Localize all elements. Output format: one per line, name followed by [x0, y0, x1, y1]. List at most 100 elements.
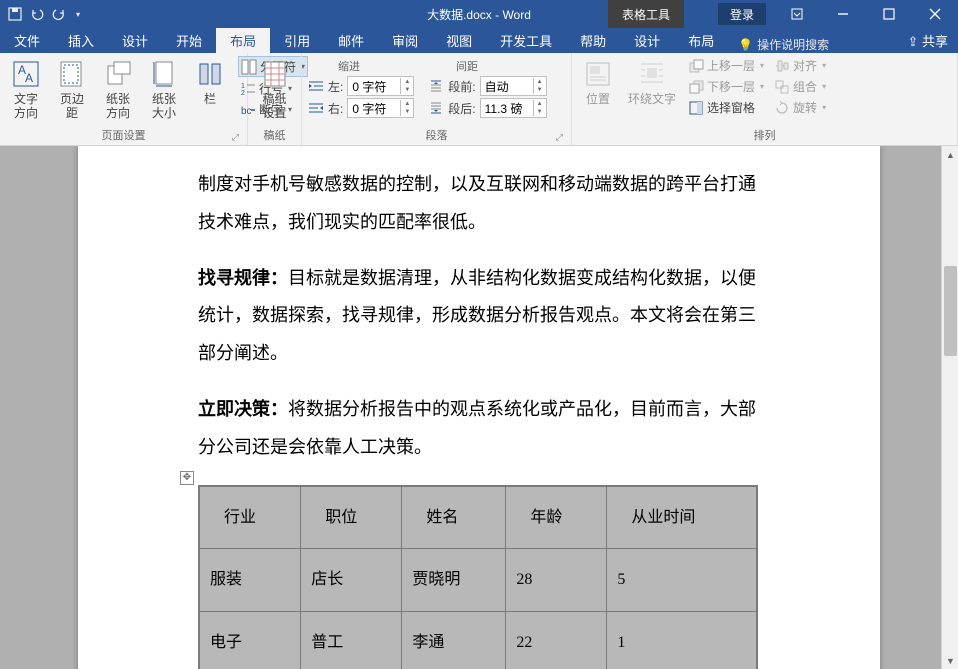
size-label: 纸张大小	[148, 92, 180, 121]
close-button[interactable]	[912, 0, 958, 28]
paragraph[interactable]: 找寻规律：目标就是数据清理，从非结构化数据变成结构化数据，以便统计，数据探索，找…	[198, 260, 772, 373]
size-button[interactable]: 纸张大小	[144, 56, 184, 123]
group-label-manuscript: 稿纸	[254, 125, 295, 145]
columns-label: 栏	[204, 92, 216, 106]
lightbulb-icon: 💡	[738, 38, 753, 52]
vertical-scrollbar[interactable]: ▲ ▼	[941, 146, 958, 669]
table-cell[interactable]: 22	[506, 611, 607, 669]
orientation-button[interactable]: 纸张方向	[98, 56, 138, 123]
tab-design[interactable]: 设计	[108, 28, 162, 53]
share-button[interactable]: ⇪ 共享	[907, 31, 948, 50]
text-direction-button[interactable]: AA 文字方向	[6, 56, 46, 123]
columns-icon	[194, 58, 226, 90]
table-cell[interactable]: 28	[506, 549, 607, 612]
scrollbar-thumb[interactable]	[944, 266, 957, 356]
send-backward-button[interactable]: 下移一层▾	[686, 77, 766, 96]
document-page[interactable]: 制度对手机号敏感数据的控制，以及互联网和移动端数据的跨平台打通技术难点，我们现实…	[78, 146, 880, 669]
table-header-cell[interactable]: 职位	[301, 486, 402, 549]
tab-review[interactable]: 审阅	[378, 28, 432, 53]
data-table[interactable]: 行业 职位 姓名 年龄 从业时间 服装 店长 贾晓明 28 5 电子	[198, 485, 758, 669]
position-button[interactable]: 位置	[578, 56, 618, 108]
save-icon[interactable]	[8, 7, 22, 21]
group-page-setup: AA 文字方向 页边距 纸张方向 纸张大小 栏	[0, 53, 248, 145]
selection-pane-label: 选择窗格	[707, 99, 755, 116]
scroll-down-icon[interactable]: ▼	[942, 652, 958, 669]
table-row[interactable]: 电子 普工 李通 22 1	[199, 611, 757, 669]
tab-help[interactable]: 帮助	[566, 28, 620, 53]
ribbon-tabs: 文件 插入 设计 开始 布局 引用 邮件 审阅 视图 开发工具 帮助 设计 布局…	[0, 28, 958, 53]
tab-view[interactable]: 视图	[432, 28, 486, 53]
tab-mailings[interactable]: 邮件	[324, 28, 378, 53]
selection-pane-button[interactable]: 选择窗格	[686, 98, 766, 117]
send-backward-icon	[688, 79, 704, 95]
qat-customize-icon[interactable]: ▾	[76, 10, 80, 19]
indent-left-input[interactable]: ▲▼	[347, 76, 414, 96]
tab-developer[interactable]: 开发工具	[486, 28, 566, 53]
document-title: 大数据.docx - Word	[427, 6, 531, 23]
space-after-input[interactable]: ▲▼	[480, 98, 547, 118]
page-setup-launcher-icon[interactable]: ⤢	[232, 132, 239, 143]
text-direction-label: 文字方向	[10, 92, 42, 121]
table-cell[interactable]: 电子	[199, 611, 301, 669]
group-button[interactable]: 组合▾	[772, 77, 828, 96]
table-cell[interactable]: 李通	[402, 611, 506, 669]
redo-icon[interactable]	[52, 7, 66, 21]
ribbon-options-icon[interactable]	[774, 0, 820, 28]
size-icon	[148, 58, 180, 90]
table-cell[interactable]: 1	[607, 611, 757, 669]
table-header-cell[interactable]: 年龄	[506, 486, 607, 549]
table-header-cell[interactable]: 姓名	[402, 486, 506, 549]
indent-right-input[interactable]: ▲▼	[347, 98, 414, 118]
tab-table-layout[interactable]: 布局	[674, 28, 728, 53]
columns-button[interactable]: 栏	[190, 56, 230, 108]
tab-layout[interactable]: 布局	[216, 28, 270, 53]
tab-references[interactable]: 引用	[270, 28, 324, 53]
tab-insert[interactable]: 插入	[54, 28, 108, 53]
align-button[interactable]: 对齐▾	[772, 56, 828, 75]
paragraph-bold-lead: 找寻规律：	[198, 268, 288, 288]
tab-table-design[interactable]: 设计	[620, 28, 674, 53]
table-cell[interactable]: 5	[607, 549, 757, 612]
tab-home[interactable]: 开始	[162, 28, 216, 53]
position-icon	[582, 58, 614, 90]
space-before-icon	[428, 79, 444, 93]
undo-icon[interactable]	[30, 7, 44, 21]
group-label-arrange: 排列	[578, 125, 951, 145]
manuscript-icon	[259, 58, 291, 90]
group-label-paragraph: 段落⤢	[308, 125, 565, 145]
minimize-button[interactable]	[820, 0, 866, 28]
tell-me-label: 操作说明搜索	[757, 36, 829, 53]
group-manuscript: 稿纸 设置 稿纸	[248, 53, 302, 145]
table-cell[interactable]: 店长	[301, 549, 402, 612]
margins-label: 页边距	[56, 92, 88, 121]
login-button[interactable]: 登录	[718, 3, 766, 25]
table-row[interactable]: 行业 职位 姓名 年龄 从业时间	[199, 486, 757, 549]
margins-button[interactable]: 页边距	[52, 56, 92, 123]
table-header-cell[interactable]: 行业	[199, 486, 301, 549]
paragraph-launcher-icon[interactable]: ⤢	[556, 132, 563, 143]
tab-file[interactable]: 文件	[0, 28, 54, 53]
document-body[interactable]: 制度对手机号敏感数据的控制，以及互联网和移动端数据的跨平台打通技术难点，我们现实…	[198, 166, 772, 669]
scroll-up-icon[interactable]: ▲	[942, 146, 958, 163]
wrap-label: 环绕文字	[628, 92, 676, 106]
table-cell[interactable]: 普工	[301, 611, 402, 669]
table-header-cell[interactable]: 从业时间	[607, 486, 757, 549]
bring-forward-button[interactable]: 上移一层▾	[686, 56, 766, 75]
paragraph[interactable]: 立即决策：将数据分析报告中的观点系统化或产品化，目前而言，大部分公司还是会依靠人…	[198, 391, 772, 467]
wrap-text-button[interactable]: 环绕文字	[624, 56, 680, 108]
manuscript-settings-button[interactable]: 稿纸 设置	[255, 56, 295, 123]
svg-text:2: 2	[241, 90, 245, 97]
selection-pane-icon	[688, 100, 704, 116]
spacing-header: 间距	[456, 58, 478, 74]
table-move-handle[interactable]: ✥	[180, 471, 194, 485]
maximize-button[interactable]	[866, 0, 912, 28]
space-before-input[interactable]: ▲▼	[480, 76, 547, 96]
paragraph[interactable]: 制度对手机号敏感数据的控制，以及互联网和移动端数据的跨平台打通技术难点，我们现实…	[198, 166, 772, 242]
table-row[interactable]: 服装 店长 贾晓明 28 5	[199, 549, 757, 612]
space-after-icon	[428, 101, 444, 115]
tell-me-search[interactable]: 💡 操作说明搜索	[728, 36, 839, 53]
rotate-button[interactable]: 旋转▾	[772, 98, 828, 117]
table-cell[interactable]: 贾晓明	[402, 549, 506, 612]
table-cell[interactable]: 服装	[199, 549, 301, 612]
rotate-icon	[774, 100, 790, 116]
